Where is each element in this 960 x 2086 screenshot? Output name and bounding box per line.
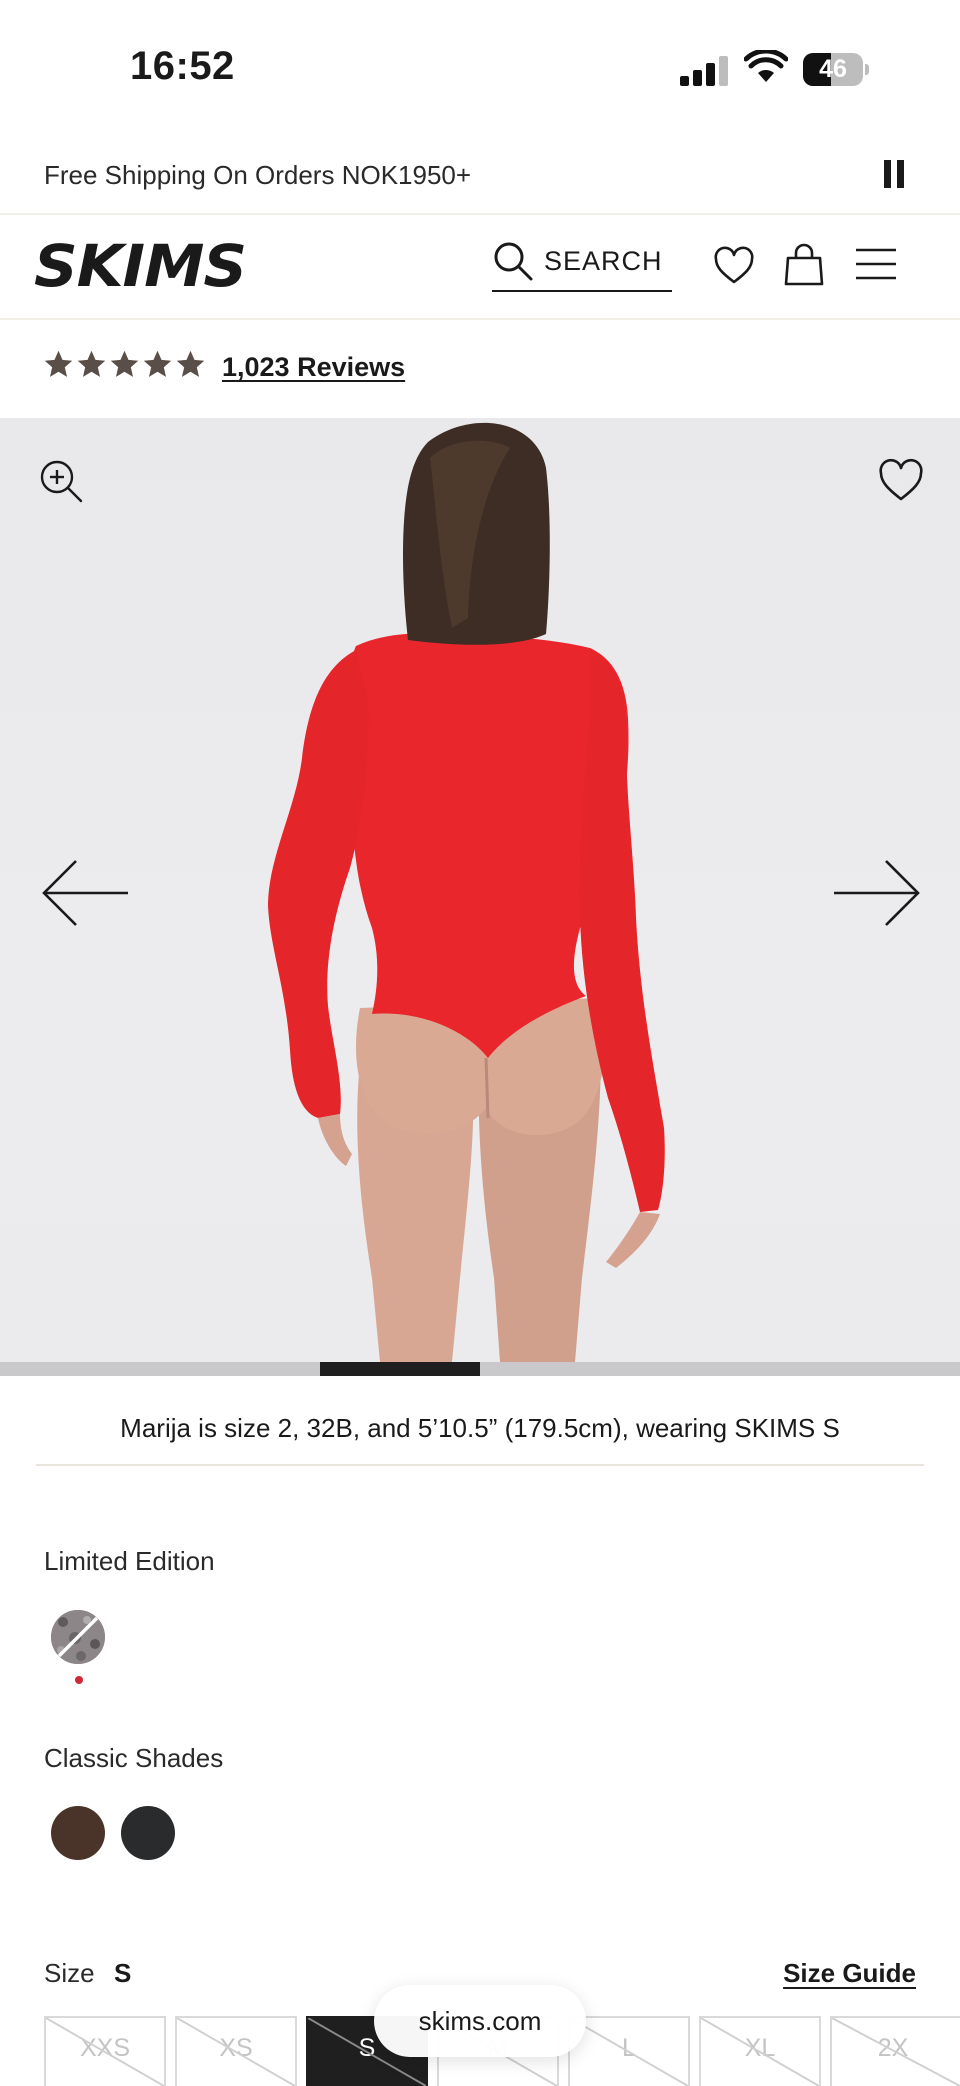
unavailable-slash — [832, 2018, 960, 2086]
announcement-text: Free Shipping On Orders NOK1950+ — [44, 160, 472, 190]
star-icon — [110, 350, 139, 377]
unavailable-slash — [177, 2018, 295, 2086]
unavailable-slash — [701, 2018, 819, 2086]
status-bar: 16:52 46 — [0, 0, 960, 140]
snake-print-pattern — [51, 1610, 105, 1664]
swatch-snake-print[interactable] — [51, 1610, 105, 1664]
wifi-icon — [744, 50, 788, 82]
selected-size-value: S — [114, 1958, 132, 1988]
reviews-link[interactable]: 1,023 Reviews — [222, 352, 405, 383]
classic-shades-label: Classic Shades — [44, 1743, 224, 1773]
size-option-2x[interactable]: 2X — [830, 2016, 960, 2086]
star-rating — [42, 348, 207, 382]
star-icon — [44, 350, 73, 377]
arrow-left-icon[interactable] — [40, 858, 132, 928]
swatch-onyx[interactable] — [121, 1806, 175, 1860]
limited-edition-label: Limited Edition — [44, 1546, 215, 1576]
search-button[interactable]: SEARCH — [492, 240, 672, 292]
browser-url-pill[interactable]: skims.com — [374, 1985, 586, 2057]
skims-logo[interactable]: SKIMS — [34, 236, 248, 294]
pause-icon — [884, 160, 891, 188]
status-time: 16:52 — [130, 44, 235, 88]
gallery-progress-bar — [0, 1362, 960, 1376]
star-icon — [143, 350, 172, 377]
heart-icon[interactable] — [878, 458, 924, 504]
selected-swatch-indicator — [75, 1676, 83, 1684]
size-label: Size — [44, 1958, 95, 1988]
heart-icon[interactable] — [712, 244, 756, 288]
size-option-l[interactable]: L — [568, 2016, 690, 2086]
site-header: SKIMS SEARCH — [0, 216, 960, 320]
search-icon — [494, 242, 533, 281]
product-photo — [268, 422, 665, 1362]
model-info: Marija is size 2, 32B, and 5’10.5” (179.… — [36, 1376, 924, 1466]
star-icon — [77, 350, 106, 377]
size-option-xl[interactable]: XL — [699, 2016, 821, 2086]
star-icon — [176, 350, 205, 377]
gallery-progress-indicator — [319, 1362, 480, 1376]
battery-percent: 46 — [819, 55, 847, 83]
size-option-xxs[interactable]: XXS — [44, 2016, 166, 2086]
search-label: SEARCH — [544, 246, 663, 276]
size-option-xs[interactable]: XS — [175, 2016, 297, 2086]
pause-announcement-button[interactable] — [880, 160, 910, 190]
size-guide-link[interactable]: Size Guide — [783, 1958, 916, 1989]
reviews-summary: 1,023 Reviews — [0, 322, 960, 418]
shopping-bag-icon[interactable] — [782, 242, 826, 286]
hamburger-menu-icon[interactable] — [854, 242, 898, 286]
arrow-right-icon[interactable] — [830, 858, 922, 928]
cellular-signal-icon — [680, 56, 730, 86]
unavailable-slash — [46, 2018, 164, 2086]
announcement-bar: Free Shipping On Orders NOK1950+ — [0, 140, 960, 215]
product-page: 16:52 46 Free Shipping On Orders NOK1950… — [0, 0, 960, 2086]
zoom-in-icon[interactable] — [38, 458, 84, 504]
product-image-gallery[interactable] — [0, 418, 960, 1376]
swatch-cocoa[interactable] — [51, 1806, 105, 1860]
battery-icon: 46 — [803, 53, 869, 86]
unavailable-slash — [570, 2018, 688, 2086]
brand-wordmark: SKIMS — [34, 236, 246, 294]
